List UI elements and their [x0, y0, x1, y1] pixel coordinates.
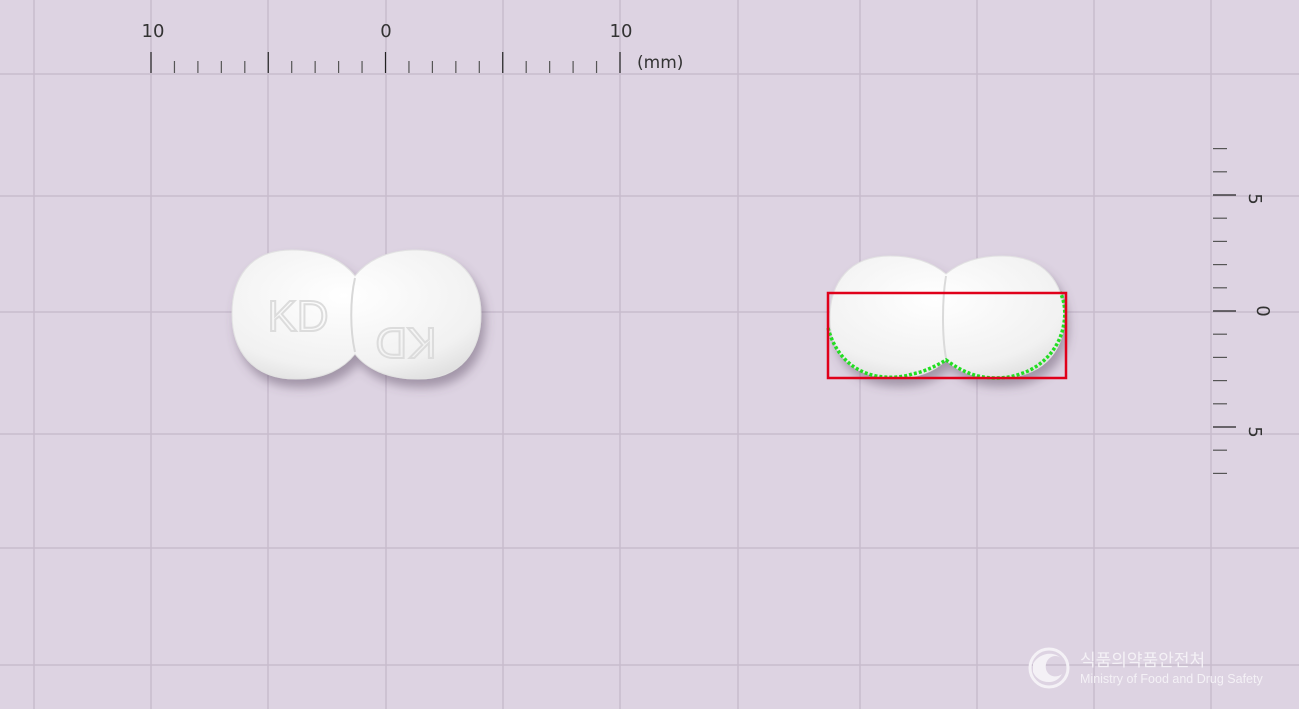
top-ruler-label-center: 0: [380, 21, 391, 42]
side-ruler-label-top: 5: [1244, 193, 1265, 204]
top-ruler-unit: (mm): [637, 53, 683, 73]
mfds-logo-korean: 식품의약품안전처: [1080, 651, 1205, 671]
pill-front-imprint-left: KD: [267, 292, 328, 341]
pill-front-imprint-right: KD: [375, 318, 436, 367]
mfds-logo-english: Ministry of Food and Drug Safety: [1080, 672, 1263, 686]
background: [0, 0, 1299, 709]
top-ruler-label-left: 10: [142, 21, 165, 42]
side-ruler-label-bottom: 5: [1244, 426, 1265, 437]
pill-identification-canvas: 10 0 10 (mm) 5 0 5 KD KD 식품의약품안전처 Minist…: [0, 0, 1299, 709]
top-ruler-label-right: 10: [610, 21, 633, 42]
side-ruler-label-center: 0: [1252, 305, 1273, 316]
